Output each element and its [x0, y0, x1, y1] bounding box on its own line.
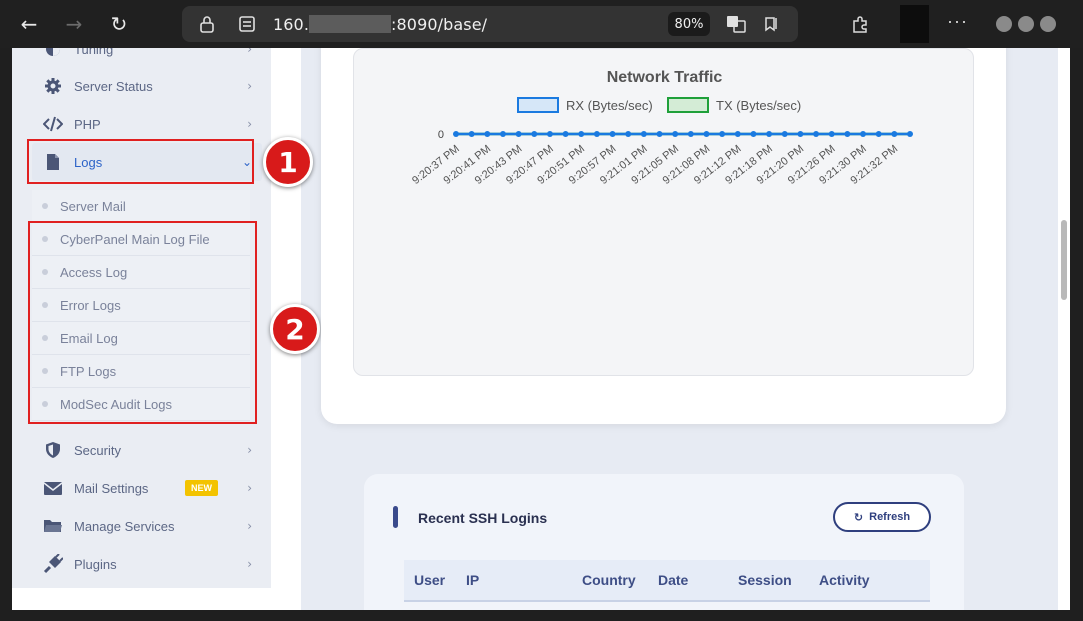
chevron-right-icon: › — [247, 48, 252, 56]
data-point-rx[interactable] — [781, 131, 788, 137]
column-header-activity[interactable]: Activity — [819, 572, 870, 588]
ssh-table-header: User IP Country Date Session Activity — [404, 560, 930, 602]
data-point-rx[interactable] — [562, 131, 569, 137]
zoom-indicator[interactable]: 80% — [668, 12, 710, 36]
data-point-rx[interactable] — [546, 131, 553, 137]
section-accent-bar — [393, 506, 398, 528]
more-menu-icon[interactable]: ··· — [947, 11, 968, 32]
redacted-ip — [309, 15, 392, 33]
chevron-right-icon: › — [247, 117, 252, 131]
window-close-dot[interactable] — [1040, 16, 1056, 32]
sidebar-item-php[interactable]: PHP › — [32, 105, 262, 143]
data-point-rx[interactable] — [875, 131, 882, 137]
data-point-rx[interactable] — [828, 131, 835, 137]
section-title: Recent SSH Logins — [418, 510, 548, 526]
page-viewport: Tuning › Server Status › PHP › Logs ⌄ Se… — [12, 48, 1070, 610]
submenu-item-server-mail[interactable]: Server Mail — [32, 190, 250, 223]
data-point-rx[interactable] — [672, 131, 679, 137]
back-arrow-icon[interactable]: ← — [15, 10, 43, 38]
column-header-session[interactable]: Session — [738, 572, 792, 588]
data-point-rx[interactable] — [766, 131, 773, 137]
sidebar-item-manage-services[interactable]: Manage Services › — [32, 507, 262, 545]
column-header-user[interactable]: User — [414, 572, 445, 588]
callout-number-1: 1 — [263, 137, 313, 187]
sidebar-item-mail-settings[interactable]: Mail Settings NEW › — [32, 469, 262, 507]
data-point-rx[interactable] — [640, 131, 647, 137]
data-point-rx[interactable] — [860, 131, 867, 137]
data-point-rx[interactable] — [609, 131, 616, 137]
recent-ssh-logins-card: Recent SSH Logins ↻ Refresh User IP Coun… — [364, 474, 964, 610]
chevron-right-icon: › — [247, 557, 252, 571]
forward-arrow-icon[interactable]: → — [60, 10, 88, 38]
tuning-icon — [42, 48, 64, 60]
folder-icon — [42, 515, 64, 537]
data-point-rx[interactable] — [578, 131, 585, 137]
network-traffic-card: Network Traffic RX (Bytes/sec) TX (Bytes… — [321, 48, 1006, 424]
data-point-rx[interactable] — [907, 131, 913, 137]
data-point-rx[interactable] — [797, 131, 804, 137]
data-point-rx[interactable] — [750, 131, 757, 137]
network-traffic-chart: 09:20:37 PM9:20:41 PM9:20:43 PM9:20:47 P… — [410, 129, 913, 187]
shield-icon — [42, 439, 64, 461]
window-edge — [1070, 48, 1083, 621]
address-bar[interactable]: 160.:8090/base/ 80% — [182, 6, 798, 42]
data-point-rx[interactable] — [625, 131, 632, 137]
refresh-icon: ↻ — [853, 510, 864, 524]
y-tick-label: 0 — [438, 129, 444, 141]
gear-icon — [42, 75, 64, 97]
chevron-right-icon: › — [247, 519, 252, 533]
extensions-puzzle-icon[interactable] — [848, 12, 872, 36]
highlight-box-log-submenu — [28, 221, 257, 424]
chevron-right-icon: › — [247, 481, 252, 495]
data-point-rx[interactable] — [703, 131, 710, 137]
column-header-date[interactable]: Date — [658, 572, 688, 588]
sidebar-item-server-status[interactable]: Server Status › — [32, 67, 262, 105]
highlight-box-logs — [27, 139, 254, 184]
data-point-rx[interactable] — [656, 131, 663, 137]
chevron-right-icon: › — [247, 79, 252, 93]
data-point-rx[interactable] — [499, 131, 506, 137]
redacted-profile — [900, 5, 929, 43]
data-point-rx[interactable] — [515, 131, 522, 137]
bullet-dot — [42, 203, 48, 209]
data-point-rx[interactable] — [844, 131, 851, 137]
data-point-rx[interactable] — [593, 131, 600, 137]
data-point-rx[interactable] — [484, 131, 491, 137]
url-text[interactable]: 160.:8090/base/ — [273, 15, 487, 34]
mail-icon — [42, 477, 64, 499]
reading-view-icon[interactable] — [762, 14, 782, 34]
data-point-rx[interactable] — [813, 131, 820, 137]
plug-icon — [42, 553, 64, 575]
translate-icon[interactable] — [726, 14, 746, 34]
reload-icon[interactable]: ↻ — [105, 10, 133, 38]
data-point-rx[interactable] — [891, 131, 898, 137]
chart-panel: Network Traffic RX (Bytes/sec) TX (Bytes… — [353, 48, 974, 376]
column-header-country[interactable]: Country — [582, 572, 636, 588]
scrollbar-thumb[interactable] — [1061, 220, 1067, 300]
column-header-ip[interactable]: IP — [466, 572, 479, 588]
window-minimize-dot[interactable] — [996, 16, 1012, 32]
new-badge: NEW — [185, 480, 218, 496]
code-icon — [42, 113, 64, 135]
data-point-rx[interactable] — [468, 131, 475, 137]
refresh-button[interactable]: ↻ Refresh — [833, 502, 931, 532]
chevron-right-icon: › — [247, 443, 252, 457]
data-point-rx[interactable] — [531, 131, 538, 137]
sidebar-item-security[interactable]: Security › — [32, 431, 262, 469]
sidebar-footer — [12, 588, 301, 610]
sidebar-item-plugins[interactable]: Plugins › — [32, 545, 262, 583]
data-point-rx[interactable] — [687, 131, 694, 137]
window-maximize-dot[interactable] — [1018, 16, 1034, 32]
site-info-icon[interactable] — [237, 14, 257, 34]
browser-toolbar: ← → ↻ 160.:8090/base/ 80% ··· — [0, 0, 1083, 48]
data-point-rx[interactable] — [719, 131, 726, 137]
data-point-rx[interactable] — [453, 131, 459, 137]
lock-icon[interactable] — [197, 14, 217, 34]
vertical-scrollbar[interactable] — [1058, 48, 1070, 610]
data-point-rx[interactable] — [734, 131, 741, 137]
callout-number-2: 2 — [270, 304, 320, 354]
sidebar-item-tuning[interactable]: Tuning › — [32, 48, 262, 68]
